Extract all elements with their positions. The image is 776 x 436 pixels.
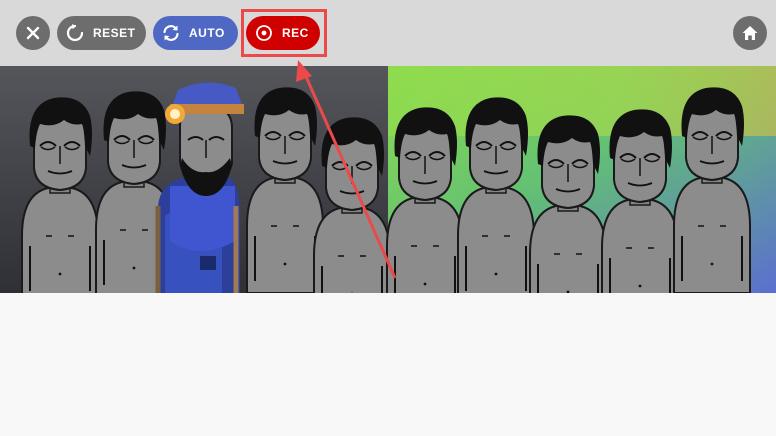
character-4[interactable] (246, 86, 324, 293)
empty-area (0, 293, 776, 436)
character-10[interactable] (673, 86, 751, 293)
auto-label: AUTO (189, 26, 225, 40)
sync-icon (161, 23, 181, 43)
close-button[interactable] (16, 16, 50, 50)
rec-highlight-box (241, 9, 327, 57)
character-1[interactable] (21, 96, 99, 293)
stage-scene (0, 66, 776, 293)
character-7[interactable] (457, 96, 535, 293)
game-stage (0, 66, 776, 293)
auto-button[interactable]: AUTO (153, 16, 238, 50)
reset-icon (65, 23, 85, 43)
reset-button[interactable]: RESET (57, 16, 146, 50)
home-button[interactable] (733, 16, 767, 50)
home-icon (742, 26, 758, 40)
toolbar: RESET AUTO REC (0, 0, 776, 66)
close-icon (26, 26, 40, 40)
reset-label: RESET (93, 26, 136, 40)
